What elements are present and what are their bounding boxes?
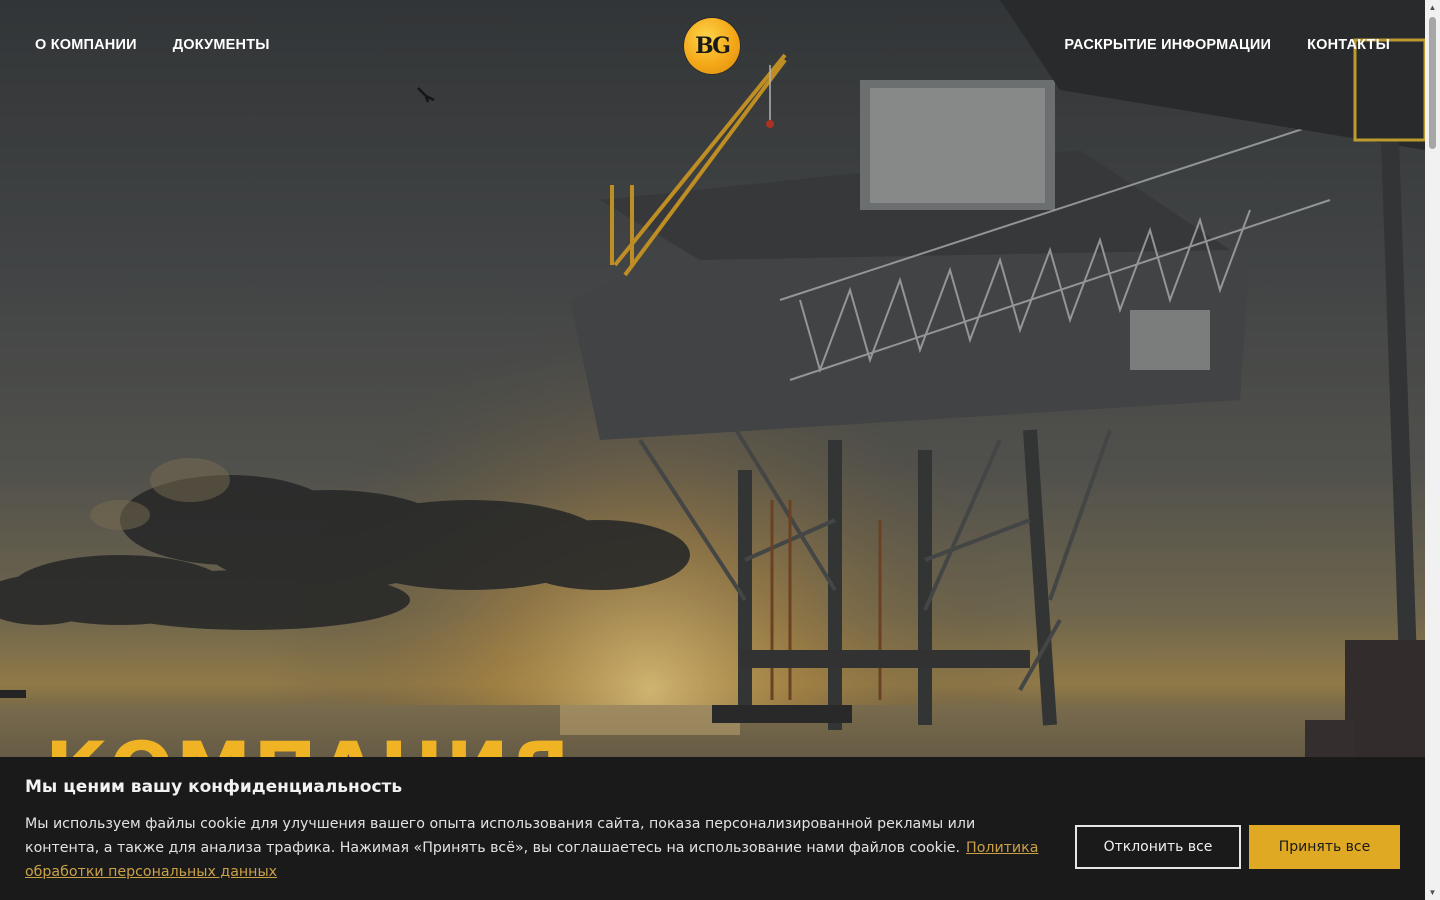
accept-all-button[interactable]: Принять все xyxy=(1249,825,1400,869)
cookie-text: Мы используем файлы cookie для улучшения… xyxy=(25,812,1050,884)
site-header: О КОМПАНИИ ДОКУМЕНТЫ РАСКРЫТИЕ ИНФОРМАЦИ… xyxy=(0,0,1425,90)
nav-link-disclosure[interactable]: РАСКРЫТИЕ ИНФОРМАЦИИ xyxy=(1064,37,1271,53)
decline-all-button[interactable]: Отклонить все xyxy=(1075,825,1241,869)
nav-link-contacts[interactable]: КОНТАКТЫ xyxy=(1307,37,1390,53)
cookie-description: Мы используем файлы cookie для улучшения… xyxy=(25,816,976,856)
cookie-title: Мы ценим вашу конфиденциальность xyxy=(25,777,403,797)
cookie-banner: Мы ценим вашу конфиденциальность Мы испо… xyxy=(0,757,1425,900)
nav-right: РАСКРЫТИЕ ИНФОРМАЦИИ КОНТАКТЫ xyxy=(1064,37,1390,53)
nav-link-about[interactable]: О КОМПАНИИ xyxy=(35,37,137,53)
nav-link-documents[interactable]: ДОКУМЕНТЫ xyxy=(173,37,270,53)
scrollbar-thumb[interactable] xyxy=(1429,17,1436,149)
page-scrollbar[interactable]: ▲ ▼ xyxy=(1425,0,1440,900)
nav-left: О КОМПАНИИ ДОКУМЕНТЫ xyxy=(35,37,270,53)
scroll-down-arrow-icon[interactable]: ▼ xyxy=(1425,885,1440,900)
scroll-up-arrow-icon[interactable]: ▲ xyxy=(1425,0,1440,15)
